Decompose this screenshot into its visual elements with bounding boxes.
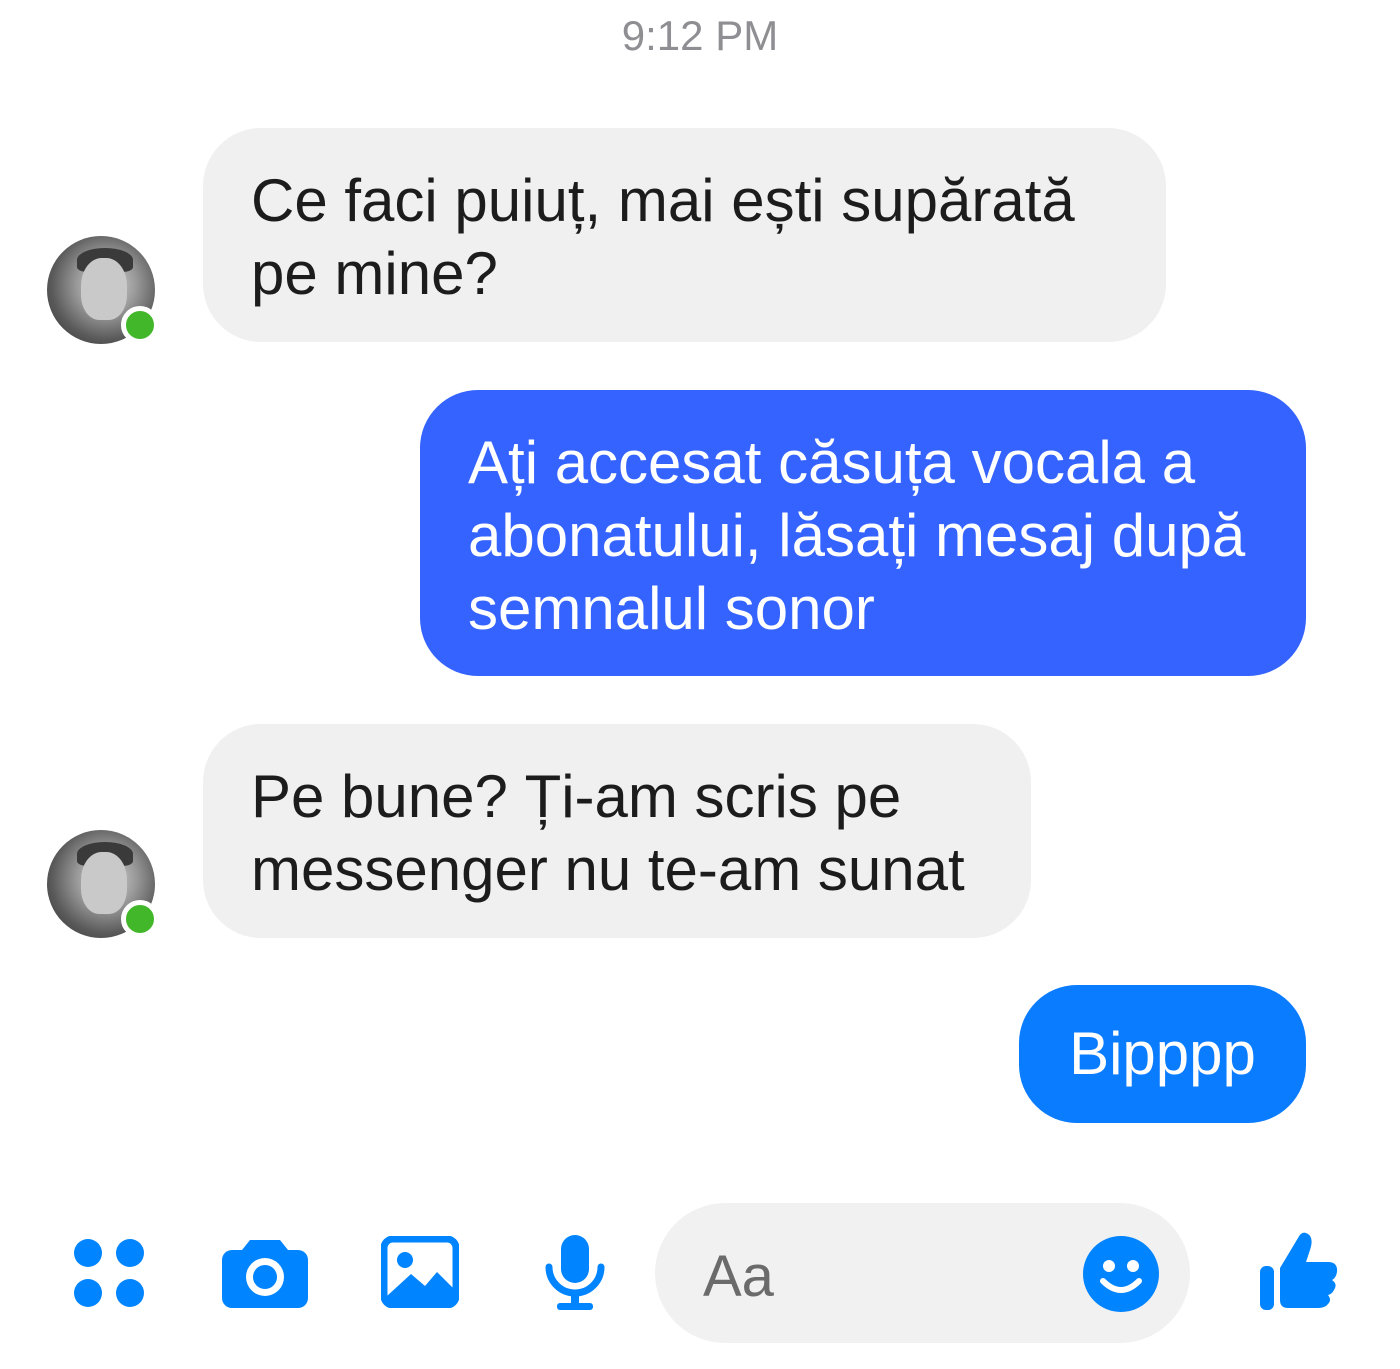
message-input[interactable]: Aa: [655, 1203, 1190, 1343]
message-timestamp: 9:12 PM: [621, 12, 779, 59]
message-bubble-incoming[interactable]: Ce faci puiuț, mai ești supărată pe mine…: [203, 128, 1166, 342]
microphone-icon[interactable]: [544, 1233, 606, 1311]
apps-icon[interactable]: [73, 1238, 145, 1308]
message-text: Ce faci puiuț, mai ești supărată pe mine…: [251, 167, 1075, 307]
message-text: Pe bune? Ți-am scris pe messenger nu te-…: [251, 763, 965, 903]
message-bubble-outgoing[interactable]: Ați accesat căsuța vocala a abonatului, …: [420, 390, 1306, 676]
message-input-placeholder: Aa: [703, 1244, 774, 1309]
message-bubble-incoming[interactable]: Pe bune? Ți-am scris pe messenger nu te-…: [203, 724, 1031, 938]
message-text: Bipppp: [1069, 1020, 1256, 1087]
avatar-face: [81, 852, 127, 914]
contact-avatar[interactable]: [47, 236, 159, 344]
online-status-dot: [121, 306, 159, 344]
message-text: Ați accesat căsuța vocala a abonatului, …: [468, 429, 1246, 642]
thumbs-up-icon[interactable]: [1258, 1228, 1340, 1312]
contact-avatar[interactable]: [47, 830, 159, 938]
message-bubble-outgoing[interactable]: Bipppp: [1019, 985, 1306, 1123]
image-icon[interactable]: [381, 1236, 459, 1308]
camera-icon[interactable]: [222, 1236, 308, 1308]
online-status-dot: [121, 900, 159, 938]
emoji-icon[interactable]: [1082, 1235, 1160, 1313]
avatar-face: [81, 258, 127, 320]
